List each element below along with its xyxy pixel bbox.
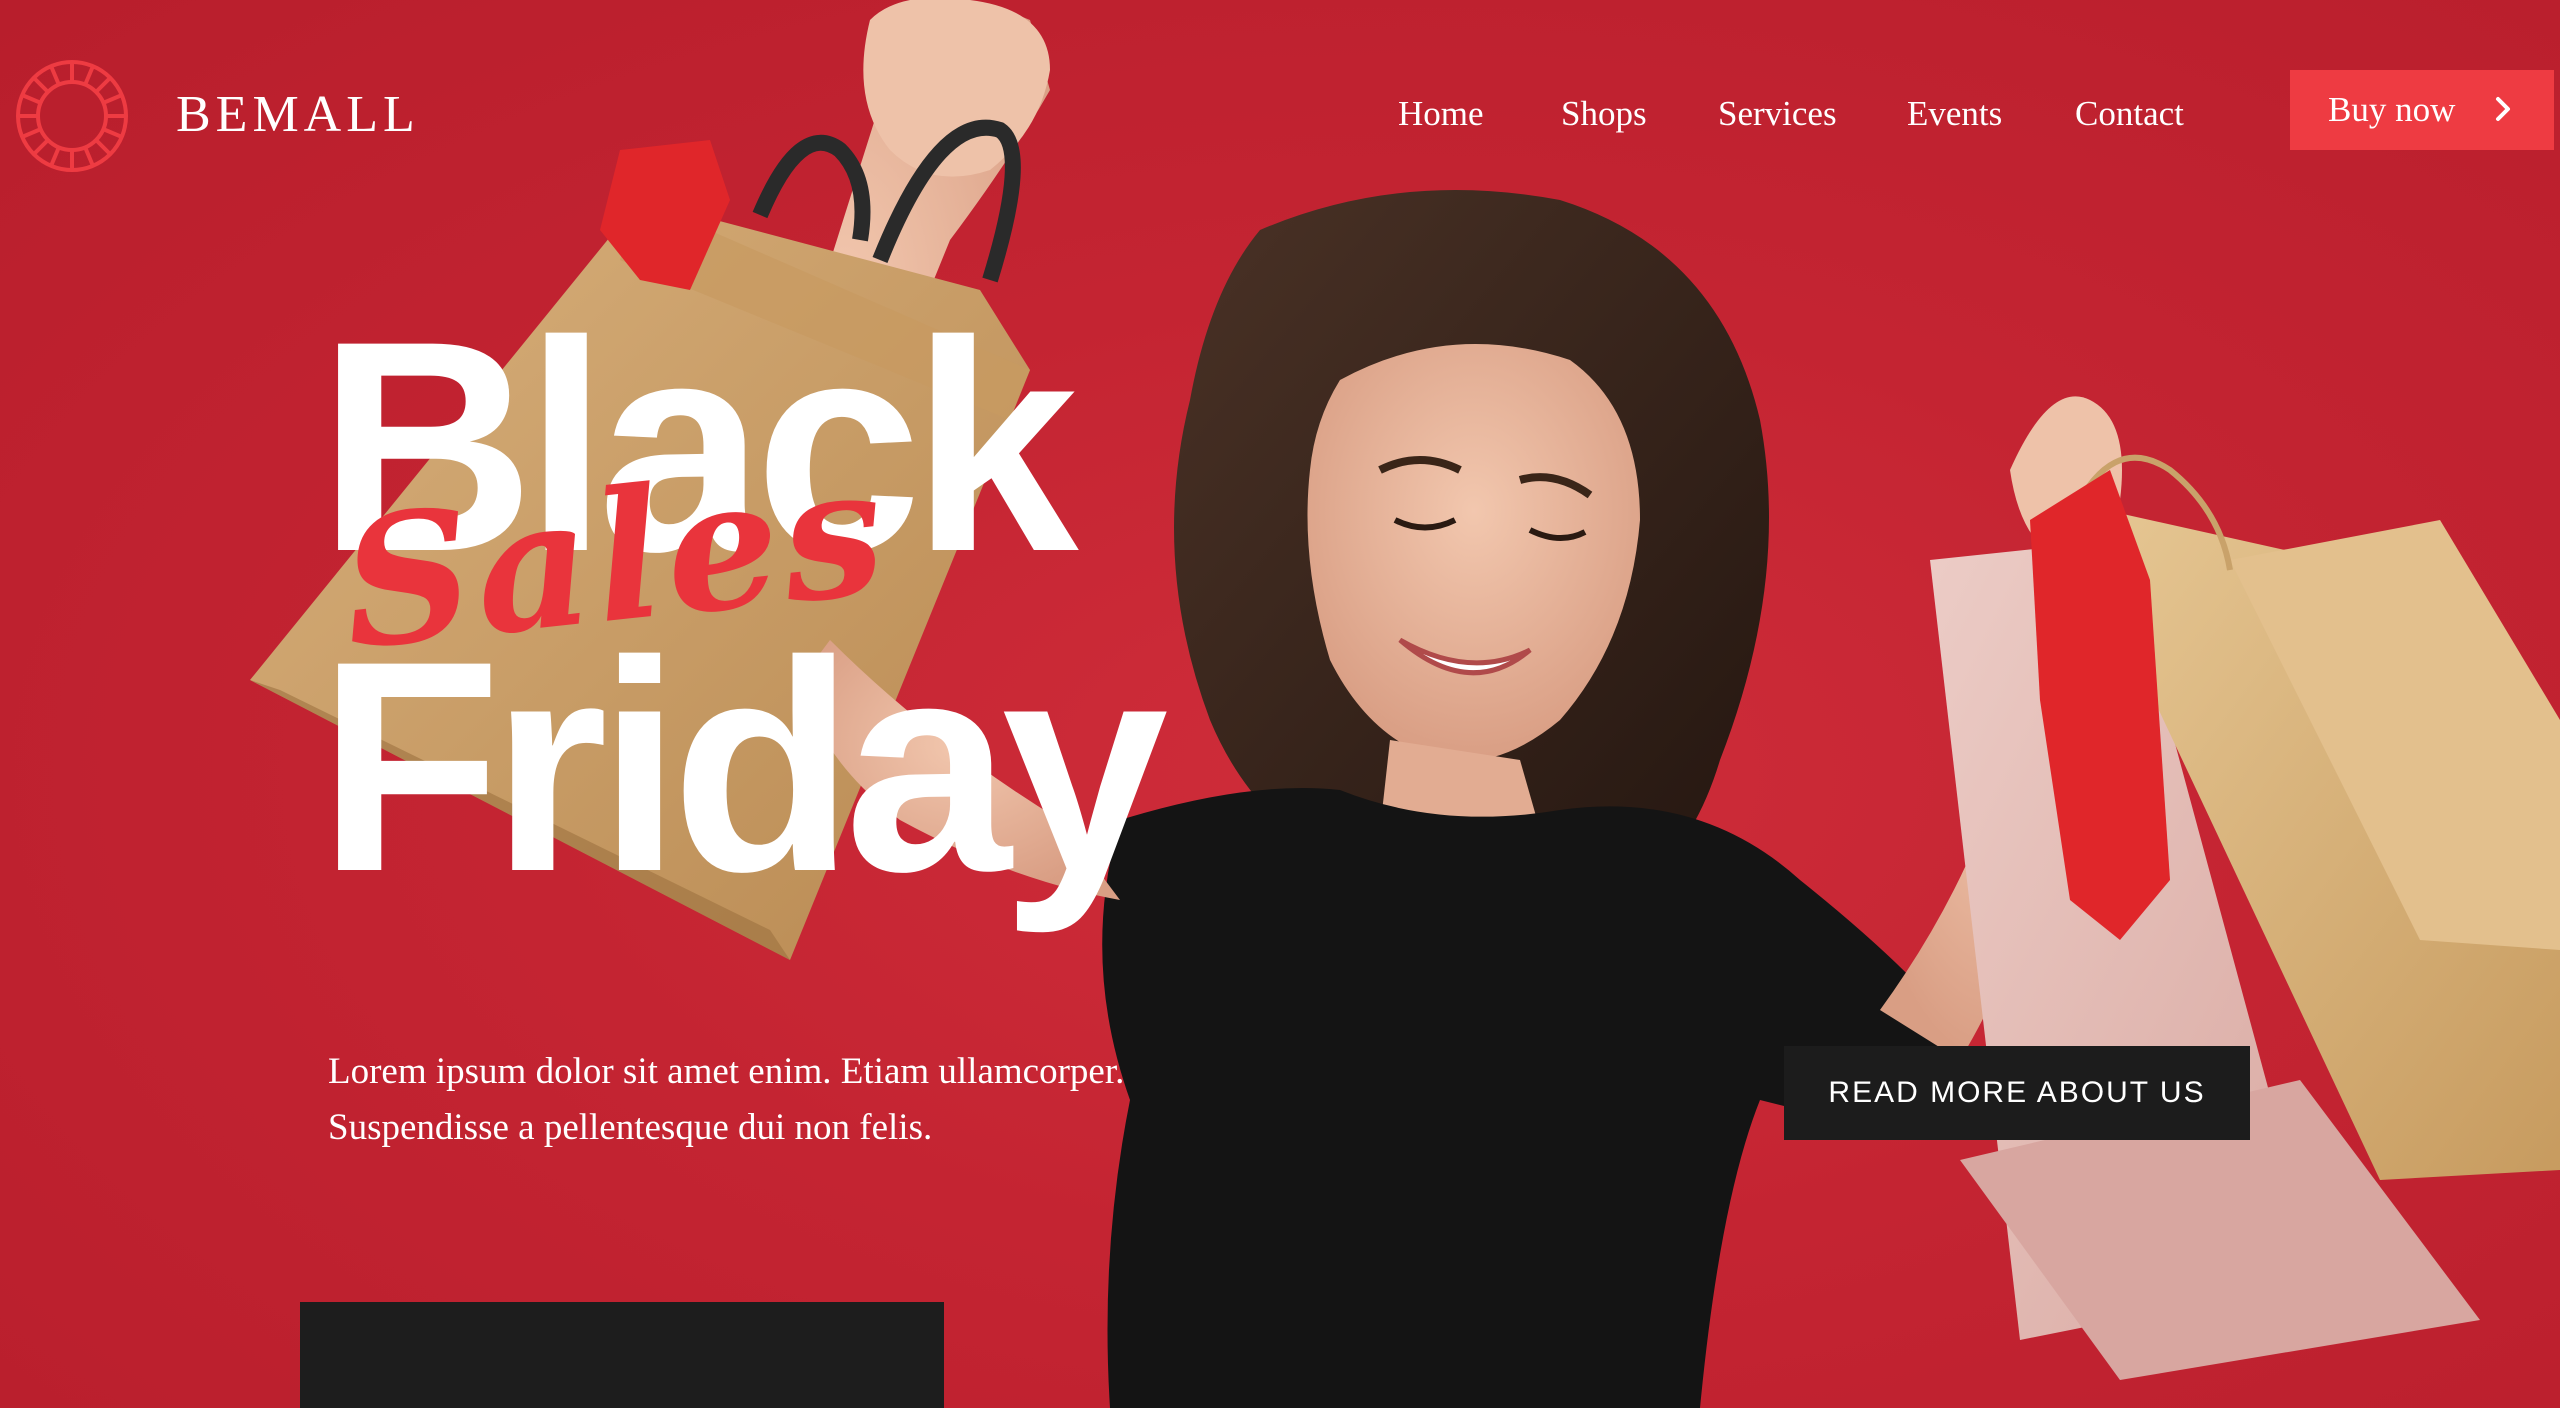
sun-ring-logo-icon[interactable] bbox=[14, 58, 130, 174]
nav-item-services[interactable]: Services bbox=[1718, 86, 1837, 142]
nav-item-contact[interactable]: Contact bbox=[2075, 86, 2184, 142]
hero-description: Lorem ipsum dolor sit amet enim. Etiam u… bbox=[328, 1044, 1308, 1156]
nav-item-events[interactable]: Events bbox=[1907, 86, 2002, 142]
chevron-right-icon bbox=[2496, 97, 2510, 121]
headline-sales-script: Sales bbox=[333, 424, 897, 690]
buy-now-button[interactable]: Buy now bbox=[2290, 70, 2554, 150]
dark-panel bbox=[300, 1302, 944, 1408]
hero-description-line-2: Suspendisse a pellentesque dui non felis… bbox=[328, 1107, 933, 1148]
buy-now-label: Buy now bbox=[2328, 90, 2456, 129]
nav-item-home[interactable]: Home bbox=[1398, 86, 1484, 142]
read-more-button[interactable]: READ MORE ABOUT US bbox=[1784, 1046, 2250, 1140]
hero-description-line-1: Lorem ipsum dolor sit amet enim. Etiam u… bbox=[328, 1051, 1125, 1092]
brand-name[interactable]: BEMALL bbox=[176, 84, 420, 146]
nav-item-shops[interactable]: Shops bbox=[1561, 86, 1647, 142]
